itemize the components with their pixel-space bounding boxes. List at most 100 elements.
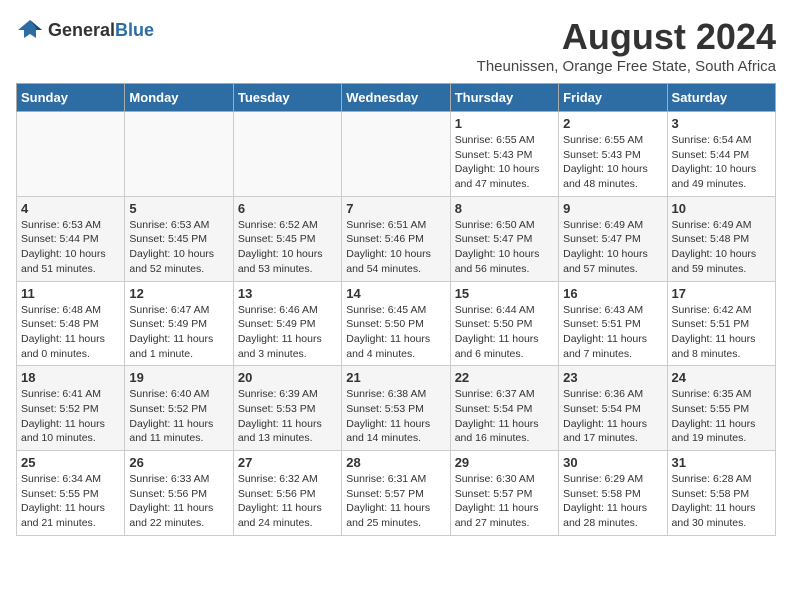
calendar-cell: 22 Sunrise: 6:37 AM Sunset: 5:54 PM Dayli… xyxy=(450,366,558,451)
calendar-body: 1 Sunrise: 6:55 AM Sunset: 5:43 PM Daylig… xyxy=(17,112,776,536)
calendar-cell: 5 Sunrise: 6:53 AM Sunset: 5:45 PM Daylig… xyxy=(125,196,233,281)
calendar-cell xyxy=(125,112,233,197)
day-number: 22 xyxy=(455,370,554,385)
logo-bird-icon xyxy=(16,16,44,44)
day-number: 15 xyxy=(455,286,554,301)
calendar-cell: 13Sunrise: 6:46 AM Sunset: 5:49 PM Dayli… xyxy=(233,281,341,366)
calendar-cell: 26 Sunrise: 6:33 AM Sunset: 5:56 PM Dayli… xyxy=(125,451,233,536)
calendar-week-row: 11 Sunrise: 6:48 AM Sunset: 5:48 PM Dayli… xyxy=(17,281,776,366)
calendar-cell: 7 Sunrise: 6:51 AM Sunset: 5:46 PM Daylig… xyxy=(342,196,450,281)
calendar-cell: 23Sunrise: 6:36 AM Sunset: 5:54 PM Dayli… xyxy=(559,366,667,451)
subtitle: Theunissen, Orange Free State, South Afr… xyxy=(477,58,776,75)
day-number: 27 xyxy=(238,455,337,470)
day-number: 6 xyxy=(238,201,337,216)
day-number: 23 xyxy=(563,370,662,385)
day-info: Sunrise: 6:39 AM Sunset: 5:53 PM Dayligh… xyxy=(238,387,337,446)
day-info: Sunrise: 6:48 AM Sunset: 5:48 PM Dayligh… xyxy=(21,303,120,362)
day-info: Sunrise: 6:31 AM Sunset: 5:57 PM Dayligh… xyxy=(346,472,445,531)
day-info: Sunrise: 6:33 AM Sunset: 5:56 PM Dayligh… xyxy=(129,472,228,531)
day-number: 29 xyxy=(455,455,554,470)
day-number: 28 xyxy=(346,455,445,470)
day-info: Sunrise: 6:51 AM Sunset: 5:46 PM Dayligh… xyxy=(346,218,445,277)
day-number: 18 xyxy=(21,370,120,385)
calendar-cell xyxy=(342,112,450,197)
day-info: Sunrise: 6:40 AM Sunset: 5:52 PM Dayligh… xyxy=(129,387,228,446)
calendar-cell: 14 Sunrise: 6:45 AM Sunset: 5:50 PM Dayli… xyxy=(342,281,450,366)
day-info: Sunrise: 6:28 AM Sunset: 5:58 PM Dayligh… xyxy=(672,472,771,531)
day-number: 20 xyxy=(238,370,337,385)
day-number: 11 xyxy=(21,286,120,301)
calendar-cell xyxy=(233,112,341,197)
day-number: 3 xyxy=(672,116,771,131)
calendar-cell: 21 Sunrise: 6:38 AM Sunset: 5:53 PM Dayli… xyxy=(342,366,450,451)
day-number: 7 xyxy=(346,201,445,216)
day-info: Sunrise: 6:53 AM Sunset: 5:44 PM Dayligh… xyxy=(21,218,120,277)
day-number: 13 xyxy=(238,286,337,301)
day-number: 4 xyxy=(21,201,120,216)
calendar-cell: 17 Sunrise: 6:42 AM Sunset: 5:51 PM Dayli… xyxy=(667,281,775,366)
day-number: 5 xyxy=(129,201,228,216)
day-number: 9 xyxy=(563,201,662,216)
day-info: Sunrise: 6:47 AM Sunset: 5:49 PM Dayligh… xyxy=(129,303,228,362)
calendar-cell: 6 Sunrise: 6:52 AM Sunset: 5:45 PM Daylig… xyxy=(233,196,341,281)
day-number: 8 xyxy=(455,201,554,216)
calendar-cell xyxy=(17,112,125,197)
day-number: 26 xyxy=(129,455,228,470)
day-info: Sunrise: 6:38 AM Sunset: 5:53 PM Dayligh… xyxy=(346,387,445,446)
calendar-table: SundayMondayTuesdayWednesdayThursdayFrid… xyxy=(16,83,776,536)
calendar-cell: 2 Sunrise: 6:55 AM Sunset: 5:43 PM Daylig… xyxy=(559,112,667,197)
day-number: 24 xyxy=(672,370,771,385)
calendar-cell: 27 Sunrise: 6:32 AM Sunset: 5:56 PM Dayli… xyxy=(233,451,341,536)
day-info: Sunrise: 6:53 AM Sunset: 5:45 PM Dayligh… xyxy=(129,218,228,277)
day-number: 17 xyxy=(672,286,771,301)
day-info: Sunrise: 6:49 AM Sunset: 5:47 PM Dayligh… xyxy=(563,218,662,277)
header-day-sunday: Sunday xyxy=(17,84,125,112)
day-number: 2 xyxy=(563,116,662,131)
calendar-cell: 4 Sunrise: 6:53 AM Sunset: 5:44 PM Daylig… xyxy=(17,196,125,281)
day-number: 31 xyxy=(672,455,771,470)
day-number: 19 xyxy=(129,370,228,385)
calendar-cell: 9 Sunrise: 6:49 AM Sunset: 5:47 PM Daylig… xyxy=(559,196,667,281)
day-info: Sunrise: 6:42 AM Sunset: 5:51 PM Dayligh… xyxy=(672,303,771,362)
day-info: Sunrise: 6:30 AM Sunset: 5:57 PM Dayligh… xyxy=(455,472,554,531)
calendar-cell: 31 Sunrise: 6:28 AM Sunset: 5:58 PM Dayli… xyxy=(667,451,775,536)
logo: GeneralBlue xyxy=(16,16,154,44)
day-info: Sunrise: 6:41 AM Sunset: 5:52 PM Dayligh… xyxy=(21,387,120,446)
day-number: 21 xyxy=(346,370,445,385)
header-day-wednesday: Wednesday xyxy=(342,84,450,112)
calendar-cell: 10Sunrise: 6:49 AM Sunset: 5:48 PM Dayli… xyxy=(667,196,775,281)
day-info: Sunrise: 6:45 AM Sunset: 5:50 PM Dayligh… xyxy=(346,303,445,362)
day-info: Sunrise: 6:29 AM Sunset: 5:58 PM Dayligh… xyxy=(563,472,662,531)
header-day-thursday: Thursday xyxy=(450,84,558,112)
calendar-cell: 29 Sunrise: 6:30 AM Sunset: 5:57 PM Dayli… xyxy=(450,451,558,536)
header-day-friday: Friday xyxy=(559,84,667,112)
day-info: Sunrise: 6:55 AM Sunset: 5:43 PM Dayligh… xyxy=(563,133,662,192)
calendar-cell: 16 Sunrise: 6:43 AM Sunset: 5:51 PM Dayli… xyxy=(559,281,667,366)
day-info: Sunrise: 6:43 AM Sunset: 5:51 PM Dayligh… xyxy=(563,303,662,362)
calendar-cell: 30 Sunrise: 6:29 AM Sunset: 5:58 PM Dayli… xyxy=(559,451,667,536)
calendar-cell: 15 Sunrise: 6:44 AM Sunset: 5:50 PM Dayli… xyxy=(450,281,558,366)
calendar-week-row: 18 Sunrise: 6:41 AM Sunset: 5:52 PM Dayli… xyxy=(17,366,776,451)
day-number: 25 xyxy=(21,455,120,470)
day-info: Sunrise: 6:50 AM Sunset: 5:47 PM Dayligh… xyxy=(455,218,554,277)
calendar-header: SundayMondayTuesdayWednesdayThursdayFrid… xyxy=(17,84,776,112)
calendar-cell: 12Sunrise: 6:47 AM Sunset: 5:49 PM Dayli… xyxy=(125,281,233,366)
day-info: Sunrise: 6:32 AM Sunset: 5:56 PM Dayligh… xyxy=(238,472,337,531)
header-day-saturday: Saturday xyxy=(667,84,775,112)
day-number: 1 xyxy=(455,116,554,131)
day-number: 14 xyxy=(346,286,445,301)
day-number: 16 xyxy=(563,286,662,301)
logo-text-blue: Blue xyxy=(115,20,154,40)
day-number: 30 xyxy=(563,455,662,470)
day-info: Sunrise: 6:35 AM Sunset: 5:55 PM Dayligh… xyxy=(672,387,771,446)
day-info: Sunrise: 6:44 AM Sunset: 5:50 PM Dayligh… xyxy=(455,303,554,362)
calendar-cell: 11 Sunrise: 6:48 AM Sunset: 5:48 PM Dayli… xyxy=(17,281,125,366)
day-number: 10 xyxy=(672,201,771,216)
calendar-cell: 3Sunrise: 6:54 AM Sunset: 5:44 PM Daylig… xyxy=(667,112,775,197)
day-info: Sunrise: 6:52 AM Sunset: 5:45 PM Dayligh… xyxy=(238,218,337,277)
logo-text-general: General xyxy=(48,20,115,40)
day-info: Sunrise: 6:55 AM Sunset: 5:43 PM Dayligh… xyxy=(455,133,554,192)
day-info: Sunrise: 6:37 AM Sunset: 5:54 PM Dayligh… xyxy=(455,387,554,446)
calendar-cell: 1 Sunrise: 6:55 AM Sunset: 5:43 PM Daylig… xyxy=(450,112,558,197)
title-area: August 2024 Theunissen, Orange Free Stat… xyxy=(477,16,776,75)
